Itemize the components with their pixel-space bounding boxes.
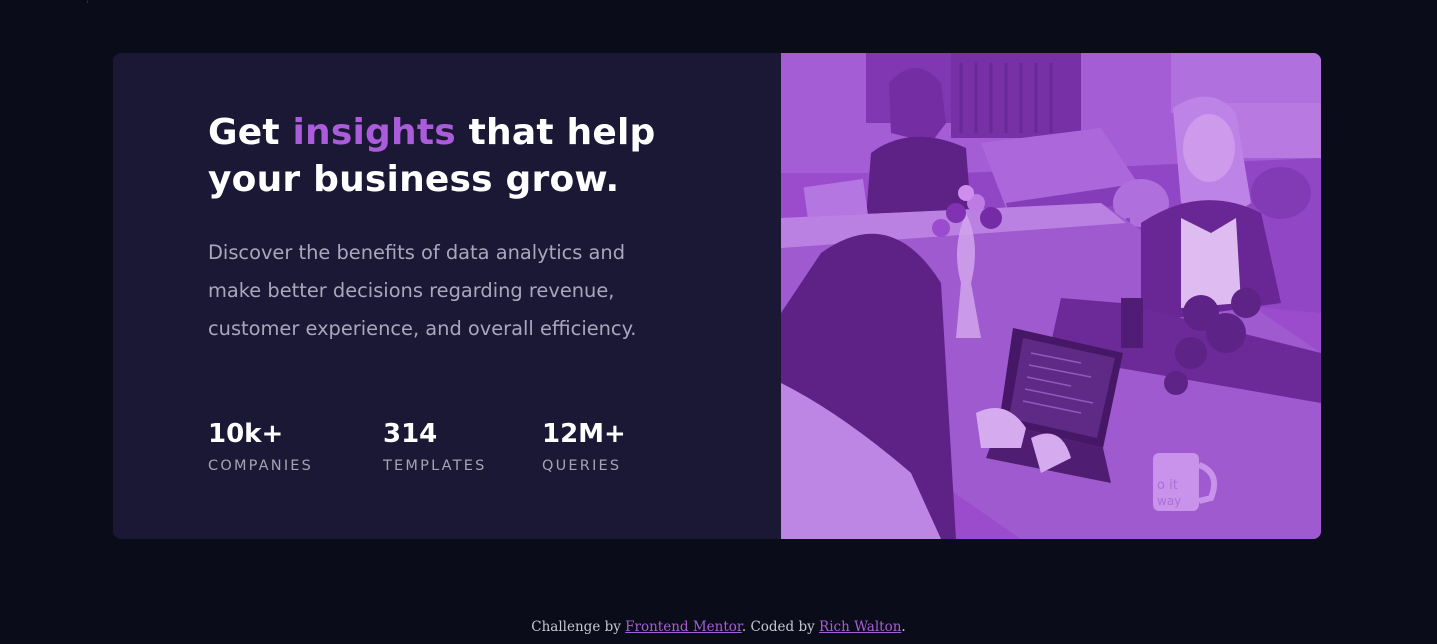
office-meeting-photo: o it way: [781, 53, 1321, 539]
office-meeting-illustration: o it way: [781, 53, 1321, 539]
stray-mark: ,: [86, 0, 89, 5]
stat-value: 10k+: [208, 419, 284, 449]
attribution: Challenge by Frontend Mentor. Coded by R…: [0, 619, 1437, 636]
card-text-section: Get insights that help your business gro…: [113, 53, 781, 539]
stat-value: 12M+: [542, 419, 626, 449]
stat-label: COMPANIES: [208, 458, 314, 474]
headline-start: Get: [208, 112, 293, 153]
stat-templates: 314 TEMPLATES: [383, 417, 542, 475]
frontend-mentor-link[interactable]: Frontend Mentor: [625, 619, 742, 635]
attribution-middle: . Coded by: [741, 619, 820, 635]
headline-accent: insights: [292, 112, 456, 153]
description: Discover the benefits of data analytics …: [208, 241, 637, 340]
stat-companies: 10k+ COMPANIES: [208, 417, 383, 475]
attribution-suffix: .: [901, 619, 906, 635]
stat-value: 314: [383, 419, 438, 449]
stats-row: 10k+ COMPANIES 314 TEMPLATES 12M+ QUERIE…: [208, 417, 682, 475]
attribution-prefix: Challenge by: [531, 619, 626, 635]
stat-label: QUERIES: [542, 458, 622, 474]
headline: Get insights that help your business gro…: [208, 109, 688, 203]
stat-queries: 12M+ QUERIES: [542, 417, 682, 475]
stat-label: TEMPLATES: [383, 458, 487, 474]
stats-preview-card: Get insights that help your business gro…: [113, 53, 1321, 539]
author-link[interactable]: Rich Walton: [819, 619, 901, 635]
